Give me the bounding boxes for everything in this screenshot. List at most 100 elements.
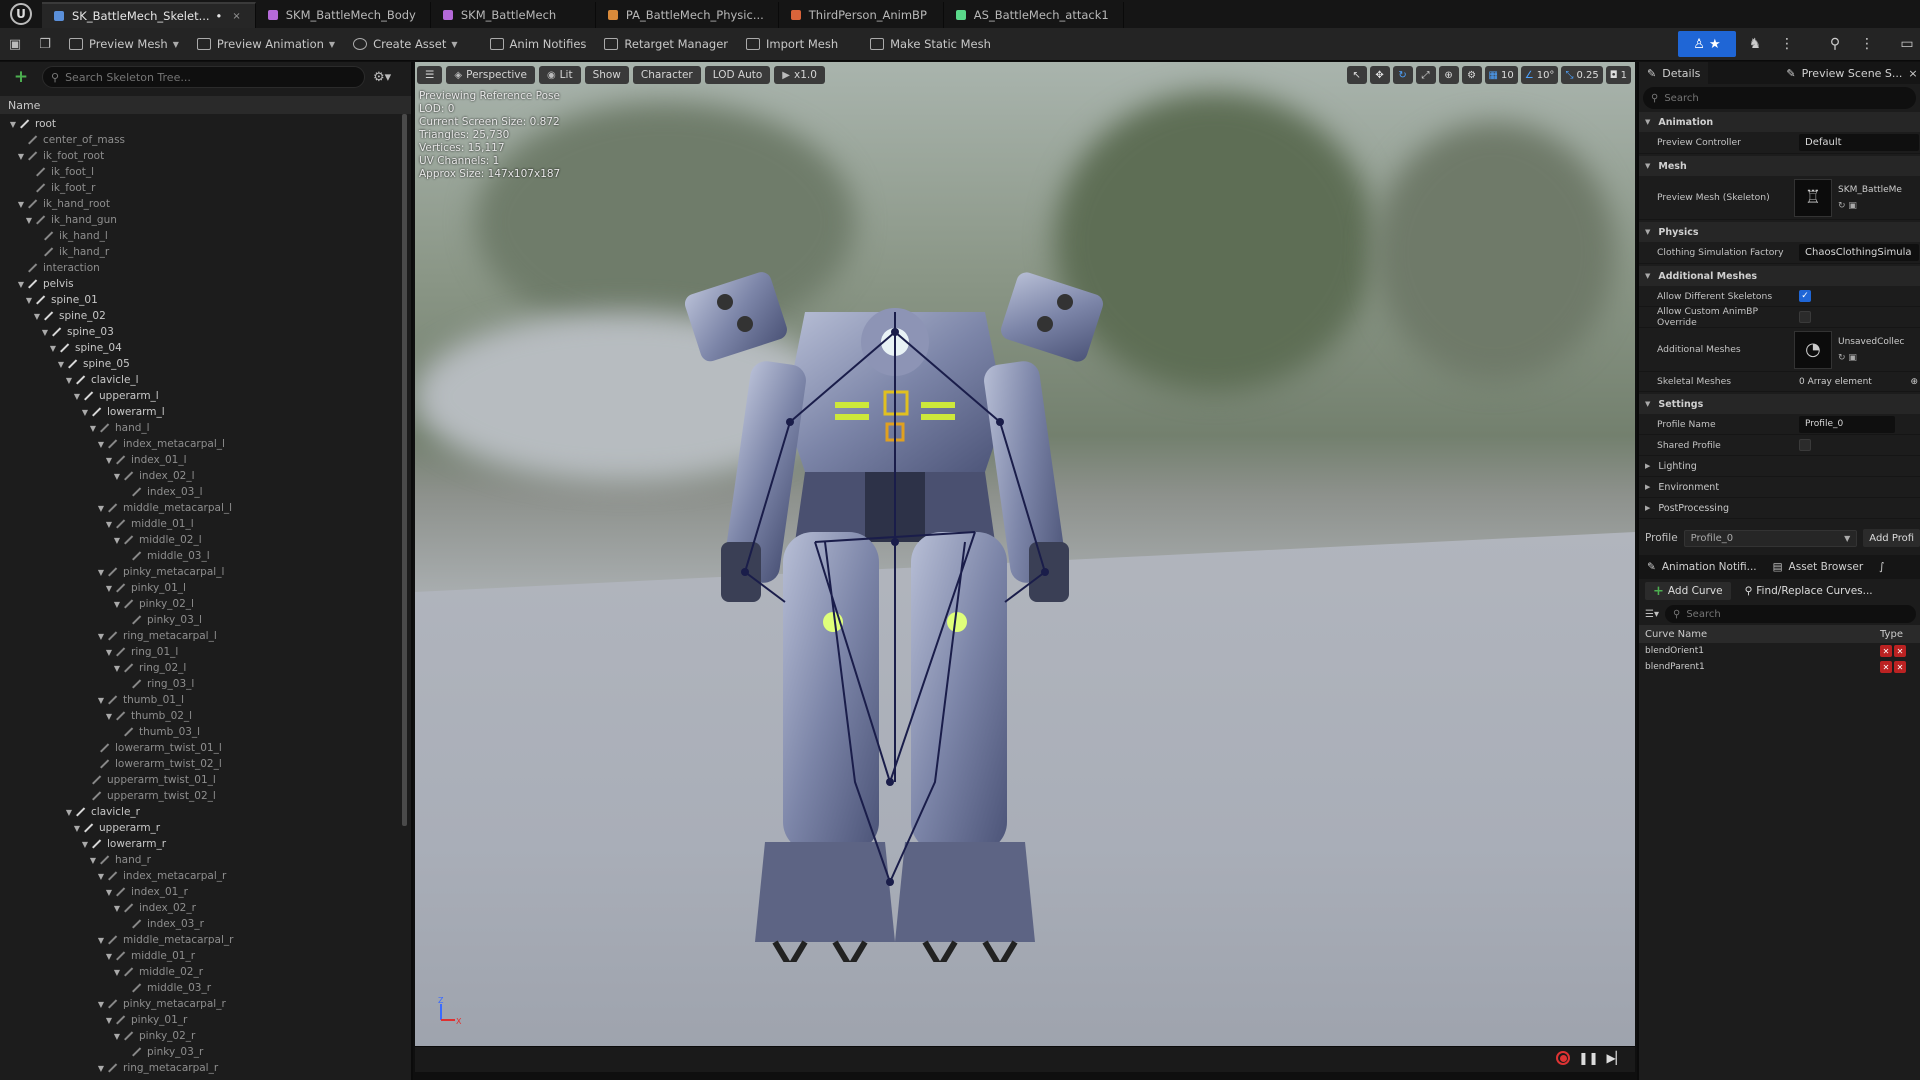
preview-viewport[interactable]: ☰ ◈ Perspective ◉ Lit Show Character LOD A… xyxy=(415,62,1635,1046)
bone-row[interactable]: ▼ middle_01_r xyxy=(0,948,411,964)
details-search[interactable]: ⚲ xyxy=(1643,87,1916,109)
more-options-icon[interactable]: ⋮ xyxy=(1774,31,1800,57)
allow-custom-animbp-checkbox[interactable] xyxy=(1799,311,1811,323)
expand-arrow-icon[interactable]: ▼ xyxy=(104,456,114,465)
viewport-menu-button[interactable]: ☰ xyxy=(417,66,443,84)
browse-icon[interactable]: ↻ ▣ xyxy=(1838,201,1902,211)
expand-arrow-icon[interactable]: ▼ xyxy=(80,840,90,849)
bone-row[interactable]: index_03_r xyxy=(0,916,411,932)
section-physics[interactable]: ▼ Physics xyxy=(1639,222,1920,242)
add-curve-button[interactable]: + Add Curve xyxy=(1645,582,1731,600)
expand-arrow-icon[interactable]: ▼ xyxy=(96,568,106,577)
morph-target-icon[interactable]: ✕ xyxy=(1880,661,1892,673)
scale-snap-button[interactable]: ⤡ 0.25 xyxy=(1561,66,1603,84)
surface-snap-icon[interactable]: ⚙ xyxy=(1461,66,1482,84)
playback-speed-button[interactable]: ▶ x1.0 xyxy=(774,66,825,84)
bone-row[interactable]: ▼ pinky_metacarpal_l xyxy=(0,564,411,580)
morph-target-icon[interactable]: ✕ xyxy=(1880,645,1892,657)
expand-arrow-icon[interactable]: ▼ xyxy=(96,1000,106,1009)
additional-meshes-picker[interactable]: UnsavedCollec xyxy=(1838,337,1904,347)
bone-row[interactable]: ▼ index_metacarpal_l xyxy=(0,436,411,452)
bone-row[interactable]: middle_03_l xyxy=(0,548,411,564)
bone-row[interactable]: ik_hand_r xyxy=(0,244,411,260)
bone-row[interactable]: ▼ middle_metacarpal_l xyxy=(0,500,411,516)
bone-row[interactable]: ▼ spine_01 xyxy=(0,292,411,308)
clothing-factory-dropdown[interactable]: ChaosClothingSimula xyxy=(1799,244,1919,261)
add-socket-button[interactable]: + xyxy=(8,66,34,88)
bone-row[interactable]: ▼ ring_metacarpal_r xyxy=(0,1060,411,1076)
battlemech-model[interactable] xyxy=(685,242,1105,962)
curve-row[interactable]: blendOrient1 ✕ ✕ xyxy=(1639,643,1920,659)
bone-row[interactable]: ▼ hand_r xyxy=(0,852,411,868)
mesh-mode-icon[interactable]: ♞ xyxy=(1742,31,1768,57)
create-asset-button[interactable]: Create Asset ▼ xyxy=(344,32,466,56)
bone-row[interactable]: ▼ lowerarm_r xyxy=(0,836,411,852)
material-icon[interactable]: ✕ xyxy=(1894,661,1906,673)
expand-arrow-icon[interactable]: ▼ xyxy=(96,936,106,945)
editor-tab[interactable]: SKM_BattleMech xyxy=(431,2,596,28)
bone-row[interactable]: ▼ middle_metacarpal_r xyxy=(0,932,411,948)
world-local-icon[interactable]: ⊕ xyxy=(1438,66,1459,84)
add-profile-button[interactable]: Add Profi xyxy=(1863,529,1920,547)
expand-arrow-icon[interactable]: ▼ xyxy=(48,344,58,353)
skeleton-tree-search-input[interactable] xyxy=(65,70,326,84)
bone-row[interactable]: center_of_mass xyxy=(0,132,411,148)
tree-column-header[interactable]: Name xyxy=(0,96,411,114)
bone-row[interactable]: ▼ ik_hand_gun xyxy=(0,212,411,228)
skeleton-tree-search[interactable]: ⚲ xyxy=(42,66,365,88)
expand-arrow-icon[interactable]: ▼ xyxy=(96,872,106,881)
lod-button[interactable]: LOD Auto xyxy=(704,66,771,84)
bone-row[interactable]: ▼ spine_02 xyxy=(0,308,411,324)
bone-row[interactable]: ▼ pinky_02_l xyxy=(0,596,411,612)
bone-row[interactable]: ▼ spine_04 xyxy=(0,340,411,356)
bone-row[interactable]: ▼ index_02_r xyxy=(0,900,411,916)
bone-row[interactable]: ▼ middle_02_r xyxy=(0,964,411,980)
expand-arrow-icon[interactable]: ▼ xyxy=(112,968,122,977)
bone-row[interactable]: thumb_03_l xyxy=(0,724,411,740)
anim-notifies-button[interactable]: Anim Notifies xyxy=(481,32,596,56)
scale-icon[interactable]: ⤢ xyxy=(1415,66,1436,84)
expand-arrow-icon[interactable]: ▼ xyxy=(96,1064,106,1073)
subsection-lighting[interactable]: ▶ Lighting xyxy=(1639,456,1920,477)
step-forward-icon[interactable]: ▶▏ xyxy=(1607,1051,1625,1065)
curve-type-icons[interactable]: ✕ ✕ xyxy=(1880,645,1920,657)
editor-tab[interactable]: SK_BattleMech_Skelet... • × xyxy=(42,2,256,28)
expand-arrow-icon[interactable]: ▼ xyxy=(104,1016,114,1025)
bone-row[interactable]: ▼ middle_02_l xyxy=(0,532,411,548)
expand-arrow-icon[interactable]: ▼ xyxy=(72,392,82,401)
preview-controller-dropdown[interactable]: Default xyxy=(1799,134,1919,151)
bone-row[interactable]: ▼ hand_l xyxy=(0,420,411,436)
expand-arrow-icon[interactable]: ▼ xyxy=(96,696,106,705)
expand-arrow-icon[interactable]: ▼ xyxy=(40,328,50,337)
grid-snap-button[interactable]: ▦ 10 xyxy=(1484,66,1518,84)
record-icon[interactable] xyxy=(1556,1051,1571,1065)
curve-row[interactable]: blendParent1 ✕ ✕ xyxy=(1639,659,1920,675)
bone-row[interactable]: ▼ spine_05 xyxy=(0,356,411,372)
lit-button[interactable]: ◉ Lit xyxy=(538,66,581,84)
curve-search[interactable]: ⚲ xyxy=(1664,605,1916,623)
expand-arrow-icon[interactable]: ▼ xyxy=(88,856,98,865)
select-mode-icon[interactable]: ↖ xyxy=(1346,66,1367,84)
editor-tab[interactable]: SKM_BattleMech_Body xyxy=(256,2,431,28)
shared-profile-checkbox[interactable] xyxy=(1799,439,1811,451)
bone-row[interactable]: middle_03_r xyxy=(0,980,411,996)
save-icon[interactable]: ▣ xyxy=(4,33,26,55)
profile-name-input[interactable]: Profile_0 xyxy=(1799,415,1895,433)
bone-row[interactable]: ▼ pelvis xyxy=(0,276,411,292)
section-mesh[interactable]: ▼ Mesh xyxy=(1639,156,1920,176)
bone-row[interactable]: pinky_03_r xyxy=(0,1044,411,1060)
bone-row[interactable]: ▼ pinky_metacarpal_r xyxy=(0,996,411,1012)
bone-row[interactable]: ▼ ring_02_l xyxy=(0,660,411,676)
bone-row[interactable]: interaction xyxy=(0,260,411,276)
bone-row[interactable]: ▼ thumb_02_l xyxy=(0,708,411,724)
skeleton-mode-button[interactable]: ♙ ★ xyxy=(1678,31,1736,57)
browse-asset-icon[interactable]: ❐ xyxy=(34,33,56,55)
expand-arrow-icon[interactable]: ▼ xyxy=(104,952,114,961)
expand-arrow-icon[interactable]: ▼ xyxy=(64,376,74,385)
section-settings[interactable]: ▼ Settings xyxy=(1639,394,1920,414)
perspective-button[interactable]: ◈ Perspective xyxy=(446,66,535,84)
bone-row[interactable]: ▼ ik_foot_root xyxy=(0,148,411,164)
pause-icon[interactable]: ❚❚ xyxy=(1578,1051,1598,1065)
expand-arrow-icon[interactable]: ▼ xyxy=(96,632,106,641)
bone-row[interactable]: ▼ index_metacarpal_r xyxy=(0,868,411,884)
